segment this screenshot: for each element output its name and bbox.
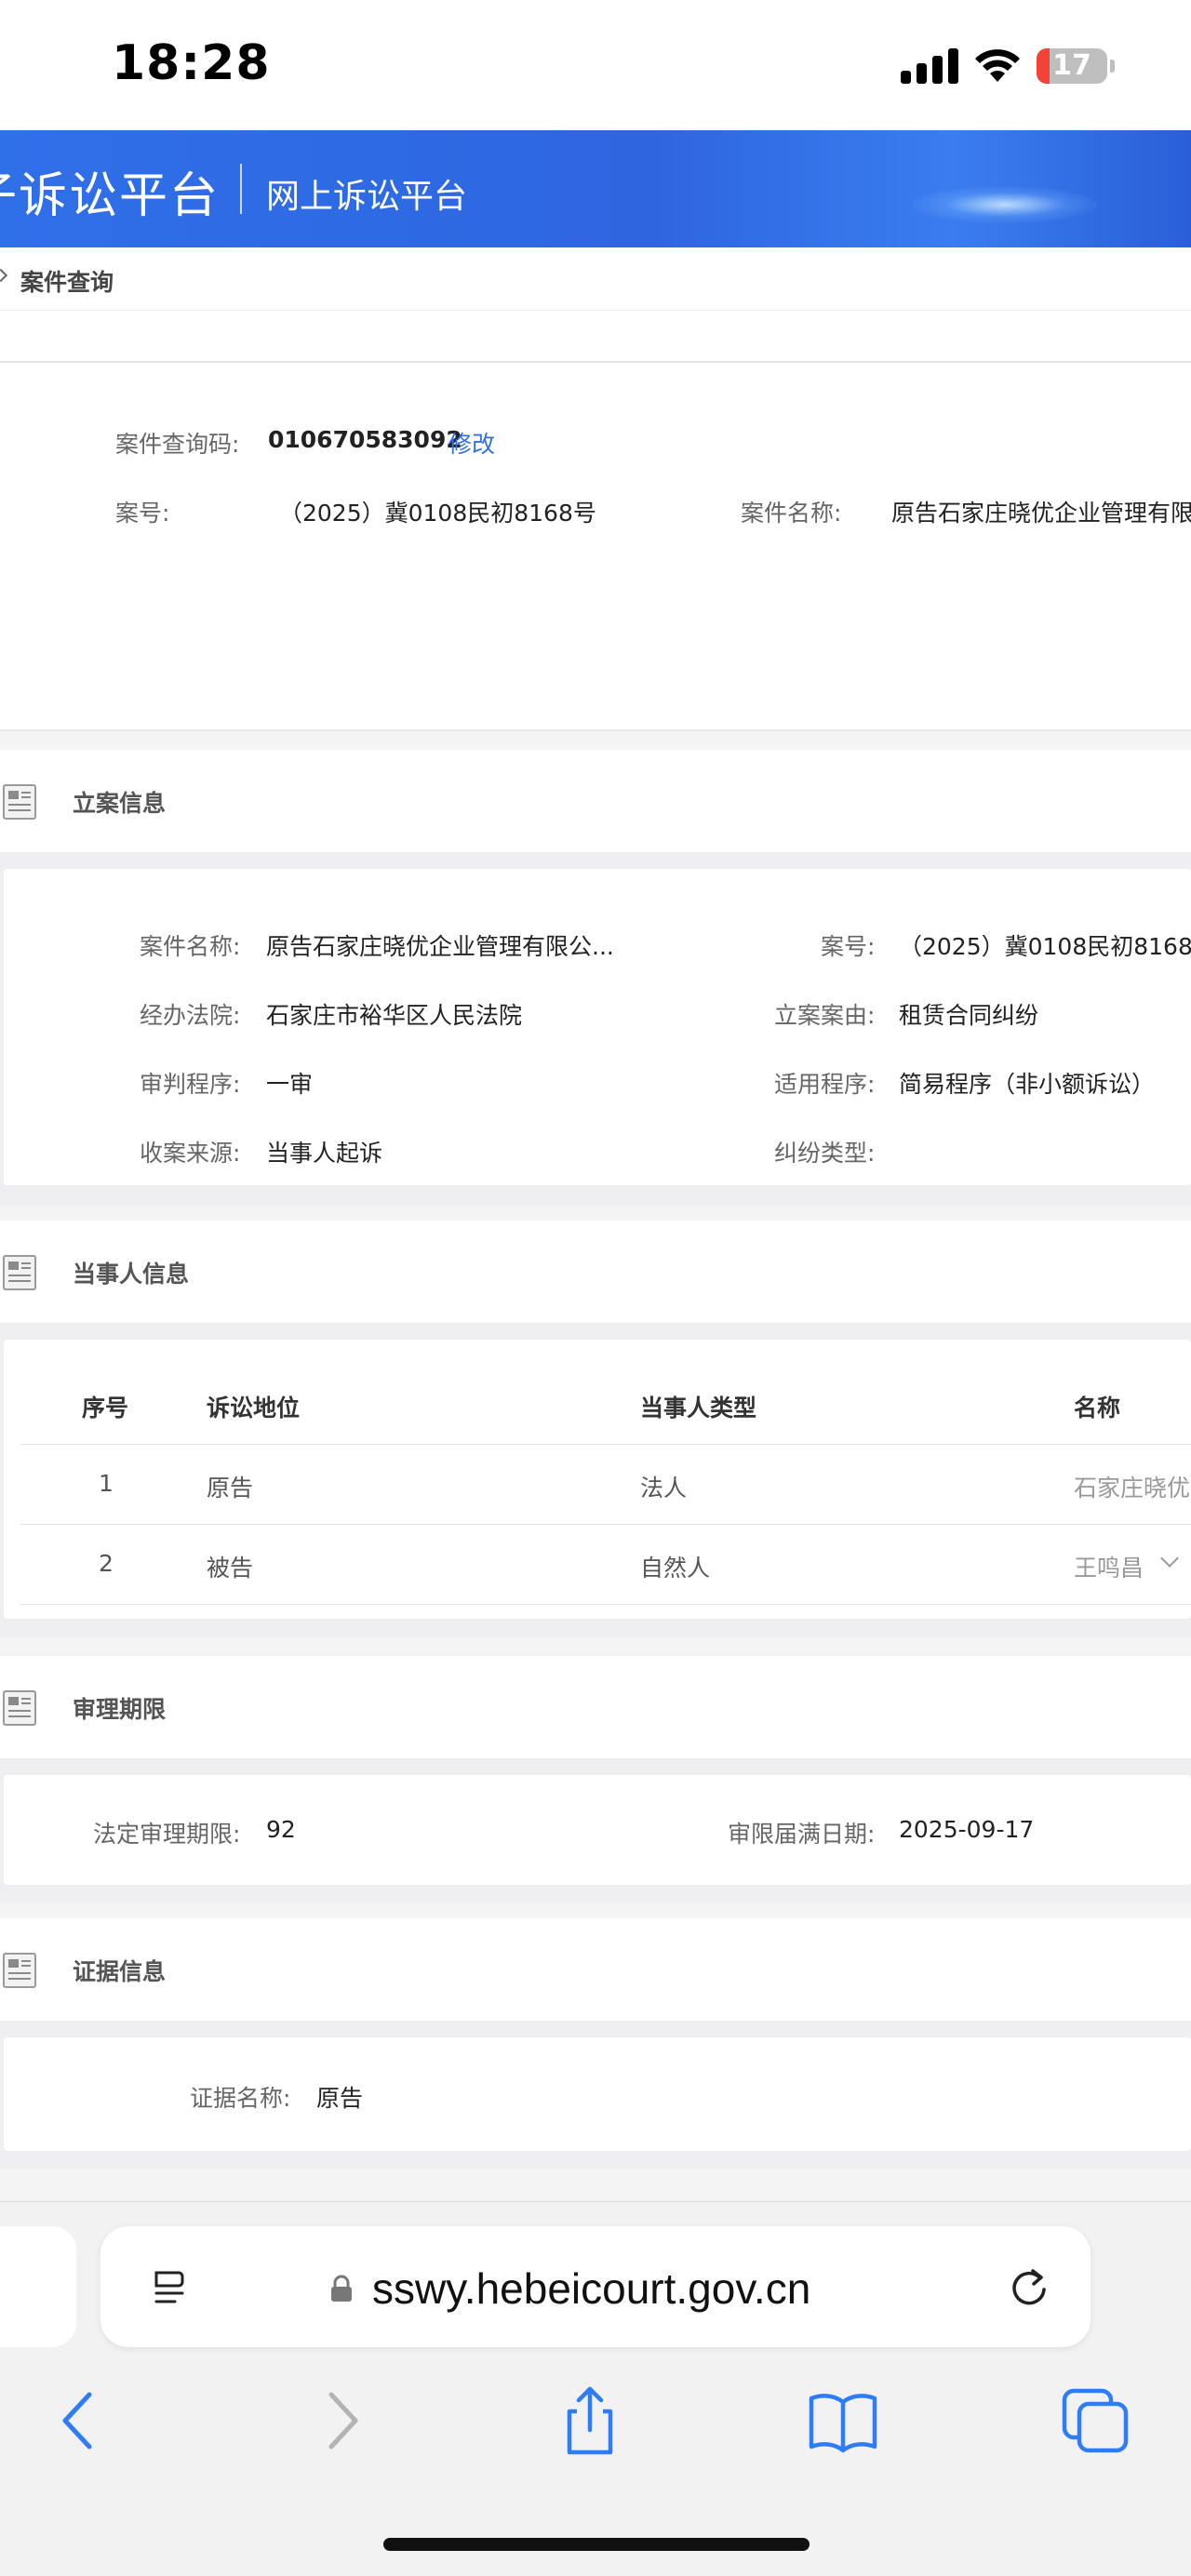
- header-banner: 子诉讼平台 网上诉讼平台: [0, 130, 1191, 247]
- case-name-label: 案件名称:: [741, 500, 842, 527]
- status-time: 18:28: [112, 35, 271, 91]
- battery-level: 17: [1052, 49, 1091, 82]
- chevron-down-icon[interactable]: [1160, 1549, 1179, 1568]
- case-source-value: 当事人起诉: [266, 1140, 383, 1167]
- wifi-icon: [975, 49, 1020, 82]
- tabs-icon[interactable]: [1059, 2383, 1133, 2458]
- column-header-no: 序号: [82, 1395, 129, 1421]
- parties-table: 序号 诉讼地位 当事人类型 名称 1 原告 法人 石家庄晓优 2 被告 自然人 …: [4, 1340, 1191, 1619]
- lock-icon: [331, 2275, 352, 2302]
- filing-case-no-label: 案号:: [821, 933, 876, 960]
- term-card: 法定审理期限: 92 审限届满日期: 2025-09-17: [4, 1775, 1191, 1885]
- trial-procedure-value: 一审: [266, 1071, 314, 1098]
- row-type: 自然人: [640, 1555, 711, 1582]
- document-icon: [3, 1953, 36, 1988]
- document-icon: [3, 784, 36, 820]
- row-type: 法人: [640, 1475, 688, 1502]
- status-bar: 18:28 17: [0, 0, 1191, 130]
- trial-procedure-label: 审判程序:: [140, 1071, 241, 1098]
- court-label: 经办法院:: [140, 1002, 241, 1029]
- case-no-value: （2025）冀0108民初8168号: [279, 500, 596, 527]
- platform-title: 子诉讼平台: [0, 168, 221, 224]
- previous-tab-preview[interactable]: [0, 2226, 76, 2347]
- reload-icon[interactable]: [1003, 2262, 1055, 2314]
- section-header-parties: 当事人信息: [0, 1221, 1191, 1323]
- filing-case-name-value: 原告石家庄晓优企业管理有限公...: [266, 933, 614, 960]
- document-icon: [3, 1690, 36, 1726]
- column-header-type: 当事人类型: [640, 1395, 757, 1421]
- applicable-procedure-label: 适用程序:: [774, 1071, 876, 1098]
- share-icon[interactable]: [553, 2383, 627, 2458]
- forward-icon[interactable]: [303, 2383, 378, 2458]
- expire-date-label: 审限届满日期:: [728, 1821, 876, 1848]
- filing-case-name-label: 案件名称:: [140, 933, 241, 960]
- section-title-filing: 立案信息: [73, 790, 167, 817]
- case-no-label: 案号:: [115, 500, 170, 527]
- row-no: 2: [99, 1550, 114, 1577]
- court-value: 石家庄市裕华区人民法院: [266, 1002, 523, 1029]
- case-query-panel: 案件查询码: 010670583092 修改 案号: （2025）冀0108民初…: [0, 363, 1191, 731]
- back-icon[interactable]: [43, 2383, 117, 2458]
- evidence-name-label: 证据名称:: [190, 2085, 291, 2112]
- row-no: 1: [99, 1470, 114, 1497]
- legal-term-value: 92: [266, 1816, 296, 1843]
- edit-code-link[interactable]: 修改: [448, 426, 495, 460]
- section-title-evidence: 证据信息: [73, 1958, 167, 1985]
- url-text[interactable]: sswy.hebeicourt.gov.cn: [372, 2263, 810, 2314]
- query-code-label: 案件查询码:: [115, 431, 240, 458]
- filing-info-card: 案件名称: 原告石家庄晓优企业管理有限公... 案号: （2025）冀0108民…: [4, 869, 1191, 1185]
- battery-icon: 17: [1037, 48, 1107, 84]
- address-bar[interactable]: sswy.hebeicourt.gov.cn: [100, 2226, 1091, 2347]
- evidence-name-value: 原告: [316, 2085, 364, 2112]
- platform-subtitle: 网上诉讼平台: [266, 178, 468, 216]
- column-header-name: 名称: [1074, 1395, 1121, 1421]
- evidence-card: 证据名称: 原告: [4, 2037, 1191, 2151]
- header-divider: [240, 164, 242, 214]
- chevron-right-icon: [0, 268, 8, 283]
- breadcrumb-case-query[interactable]: 案件查询: [20, 264, 114, 298]
- reader-mode-icon[interactable]: [149, 2267, 190, 2308]
- bookmarks-icon[interactable]: [806, 2383, 880, 2458]
- case-cause-label: 立案案由:: [774, 1002, 876, 1029]
- section-title-parties: 当事人信息: [73, 1261, 190, 1288]
- case-source-label: 收案来源:: [140, 1140, 241, 1167]
- section-header-evidence: 证据信息: [0, 1918, 1191, 2021]
- section-header-term: 审理期限: [0, 1656, 1191, 1758]
- dispute-type-label: 纠纷类型:: [774, 1140, 876, 1167]
- document-icon: [3, 1255, 36, 1290]
- case-name-value: 原告石家庄晓优企业管理有限: [891, 500, 1191, 527]
- row-role: 原告: [207, 1475, 254, 1502]
- filing-case-no-value: （2025）冀0108民初8168号: [899, 933, 1191, 960]
- expire-date-value: 2025-09-17: [899, 1816, 1035, 1843]
- row-name: 王鸣昌: [1074, 1555, 1144, 1582]
- case-cause-value: 租赁合同纠纷: [899, 1002, 1039, 1029]
- applicable-procedure-value: 简易程序（非小额诉讼）: [899, 1071, 1156, 1098]
- section-header-filing: 立案信息: [0, 750, 1191, 852]
- row-role: 被告: [207, 1555, 254, 1582]
- column-header-role: 诉讼地位: [207, 1395, 301, 1421]
- legal-term-label: 法定审理期限:: [93, 1821, 241, 1848]
- section-title-term: 审理期限: [73, 1696, 167, 1723]
- home-indicator: [383, 2538, 810, 2551]
- breadcrumb: 案件查询: [0, 247, 1191, 311]
- row-name: 石家庄晓优: [1074, 1475, 1191, 1502]
- query-code-value: 010670583092: [268, 426, 462, 453]
- cellular-signal-icon: [901, 48, 958, 84]
